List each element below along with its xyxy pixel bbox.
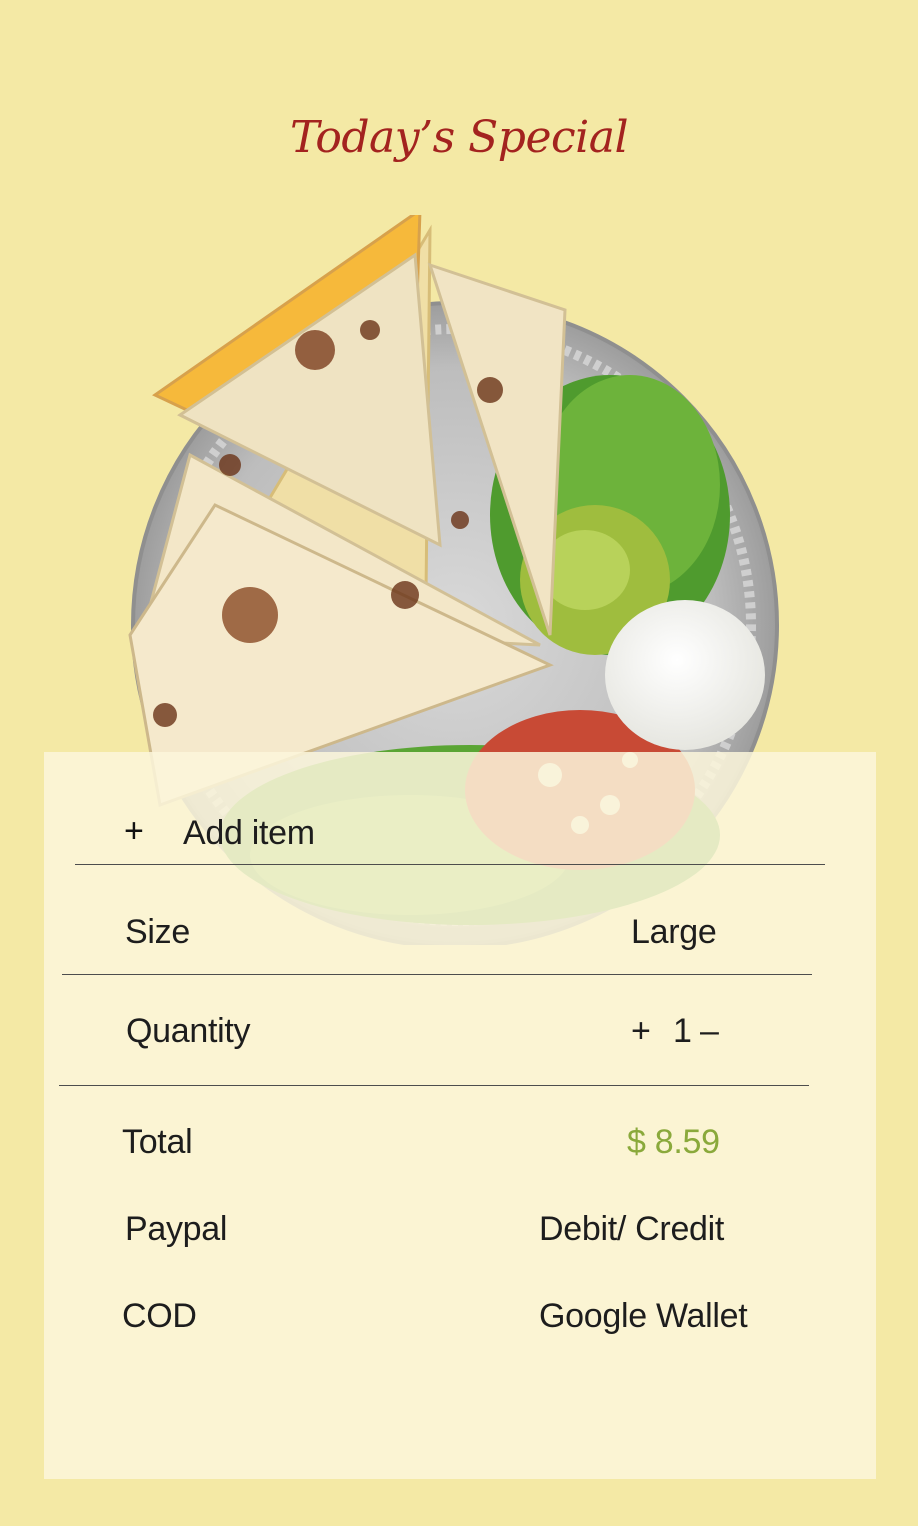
divider-size: [62, 974, 812, 975]
add-item-icon[interactable]: +: [124, 814, 144, 848]
quantity-value: 1: [673, 1012, 692, 1050]
total-price: $ 8.59: [627, 1123, 720, 1161]
divider-quantity: [59, 1085, 809, 1086]
size-value[interactable]: Large: [631, 913, 717, 952]
order-card: [44, 752, 876, 1479]
page-title: Today’s Special: [289, 112, 629, 163]
payment-option-cod[interactable]: COD: [122, 1297, 197, 1336]
total-label: Total: [122, 1123, 193, 1161]
quantity-decrease-button[interactable]: –: [700, 1014, 719, 1048]
payment-option-debit-credit[interactable]: Debit/ Credit: [539, 1210, 724, 1249]
add-item-label[interactable]: Add item: [183, 814, 315, 853]
quantity-label: Quantity: [126, 1012, 251, 1050]
payment-option-google-wallet[interactable]: Google Wallet: [539, 1297, 748, 1336]
size-label: Size: [125, 913, 190, 951]
quantity-increase-button[interactable]: +: [631, 1014, 651, 1048]
divider-add-item: [75, 864, 825, 865]
payment-option-paypal[interactable]: Paypal: [125, 1210, 227, 1249]
